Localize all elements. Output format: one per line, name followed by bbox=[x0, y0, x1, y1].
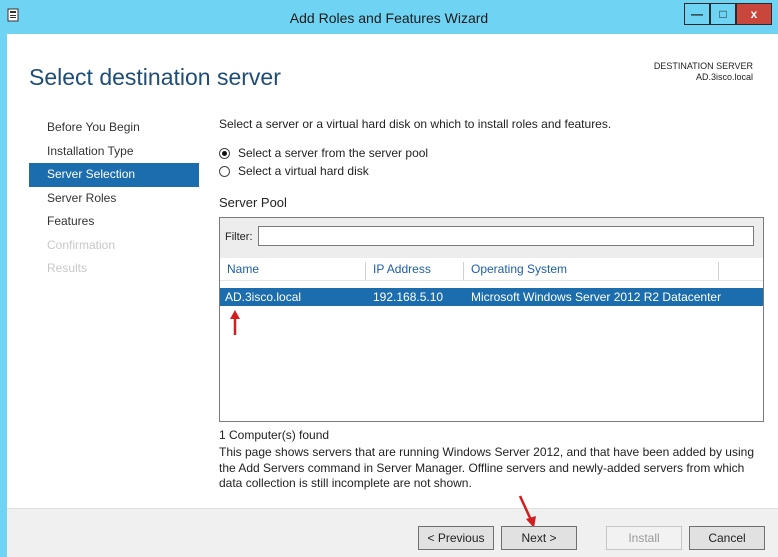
minimize-icon: — bbox=[691, 7, 703, 21]
title-bar[interactable]: Add Roles and Features Wizard — □ x bbox=[0, 0, 778, 34]
minimize-button[interactable]: — bbox=[684, 3, 710, 25]
row-ip: 192.168.5.10 bbox=[373, 290, 444, 304]
cancel-button[interactable]: Cancel bbox=[689, 526, 765, 550]
wizard-nav: Before You Begin Installation Type Serve… bbox=[29, 116, 199, 281]
radio-selected-icon[interactable] bbox=[219, 147, 230, 159]
maximize-icon: □ bbox=[719, 7, 727, 21]
column-header-row: Name IP Address Operating System bbox=[220, 258, 763, 280]
close-icon: x bbox=[750, 7, 758, 21]
red-arrow-icon bbox=[518, 495, 536, 528]
radio-unselected-icon[interactable] bbox=[219, 165, 230, 177]
filter-label: Filter: bbox=[225, 231, 253, 243]
destination-value: AD.3isco.local bbox=[695, 72, 753, 82]
option-virtual-disk[interactable]: Select a virtual hard disk bbox=[219, 163, 369, 179]
row-name: AD.3isco.local bbox=[225, 290, 302, 304]
nav-item-installation-type[interactable]: Installation Type bbox=[29, 140, 199, 164]
nav-item-before-you-begin[interactable]: Before You Begin bbox=[29, 116, 199, 140]
nav-item-server-selection[interactable]: Server Selection bbox=[29, 163, 199, 187]
server-pool-panel: Filter: Name IP Address Operating System… bbox=[219, 217, 764, 422]
row-os: Microsoft Windows Server 2012 R2 Datacen… bbox=[471, 290, 722, 304]
table-row[interactable]: AD.3isco.local 192.168.5.10 Microsoft Wi… bbox=[220, 288, 763, 306]
filter-bar: Filter: bbox=[220, 218, 763, 258]
wizard-footer: < Previous Next > Install Cancel bbox=[7, 495, 778, 557]
nav-item-results: Results bbox=[47, 261, 88, 275]
option-server-pool-label: Select a server from the server pool bbox=[238, 146, 429, 160]
destination-server: DESTINATION SERVER AD.3isco.local bbox=[654, 61, 753, 83]
header-divider bbox=[220, 280, 763, 281]
maximize-button[interactable]: □ bbox=[710, 3, 736, 25]
column-divider[interactable] bbox=[463, 262, 464, 280]
nav-item-confirmation: Confirmation bbox=[47, 237, 116, 252]
intro-text: Select a server or a virtual hard disk o… bbox=[219, 117, 612, 131]
install-button[interactable]: Install bbox=[606, 526, 682, 550]
computers-found-count: 1 Computer(s) found bbox=[219, 428, 330, 442]
nav-item-features[interactable]: Features bbox=[29, 210, 199, 234]
page-title: Select destination server bbox=[29, 64, 281, 90]
window-title: Add Roles and Features Wizard bbox=[289, 10, 489, 26]
column-header-os[interactable]: Operating System bbox=[471, 262, 567, 276]
server-pool-note: This page shows servers that are running… bbox=[219, 445, 754, 490]
column-divider[interactable] bbox=[718, 262, 719, 280]
next-button[interactable]: Next > bbox=[501, 526, 577, 550]
destination-label: DESTINATION SERVER bbox=[653, 61, 753, 71]
previous-button[interactable]: < Previous bbox=[418, 526, 494, 550]
filter-input[interactable] bbox=[258, 226, 754, 246]
red-arrow-icon bbox=[230, 310, 240, 335]
wizard-client-area: Select destination server DESTINATION SE… bbox=[7, 34, 778, 557]
option-virtual-disk-label: Select a virtual hard disk bbox=[238, 164, 369, 178]
column-header-ip[interactable]: IP Address bbox=[373, 262, 431, 276]
column-header-name[interactable]: Name bbox=[227, 262, 259, 276]
nav-item-server-roles[interactable]: Server Roles bbox=[29, 187, 199, 211]
close-button[interactable]: x bbox=[736, 3, 772, 25]
column-divider[interactable] bbox=[365, 262, 366, 280]
option-server-pool[interactable]: Select a server from the server pool bbox=[219, 145, 428, 161]
server-pool-heading: Server Pool bbox=[219, 195, 287, 210]
